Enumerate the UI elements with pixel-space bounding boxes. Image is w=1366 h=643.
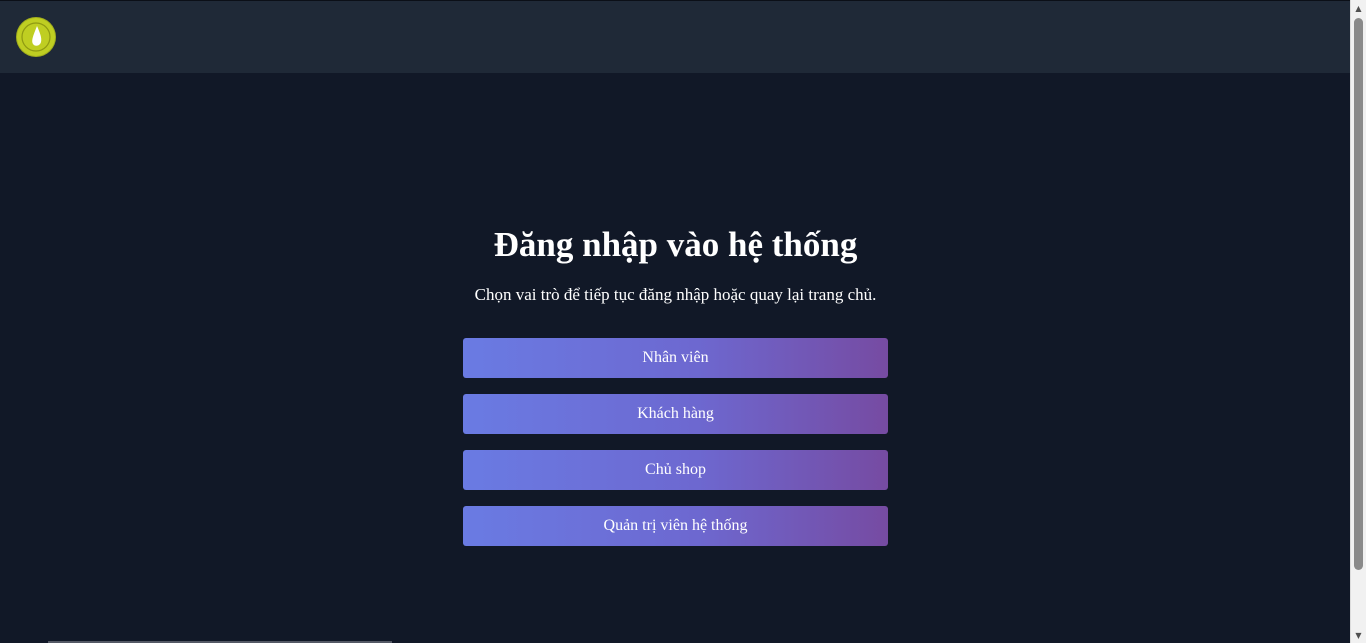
page: Đăng nhập vào hệ thống Chọn vai trò để t… — [0, 0, 1366, 643]
role-button-system-admin[interactable]: Quản trị viên hệ thống — [463, 506, 888, 546]
scroll-down-icon[interactable]: ▼ — [1351, 627, 1366, 643]
scroll-up-icon[interactable]: ▲ — [1351, 0, 1366, 16]
logo[interactable] — [16, 17, 56, 57]
role-button-employee[interactable]: Nhân viên — [463, 338, 888, 378]
role-button-shop-owner[interactable]: Chủ shop — [463, 450, 888, 490]
vertical-scrollbar[interactable]: ▲ ▼ — [1350, 0, 1366, 643]
page-subtitle: Chọn vai trò để tiếp tục đăng nhập hoặc … — [474, 285, 877, 304]
login-role-panel: Đăng nhập vào hệ thống Chọn vai trò để t… — [463, 222, 888, 546]
scroll-thumb[interactable] — [1354, 18, 1363, 570]
top-navbar — [0, 0, 1350, 73]
role-button-customer[interactable]: Khách hàng — [463, 394, 888, 434]
page-title: Đăng nhập vào hệ thống — [493, 225, 858, 264]
role-button-list: Nhân viên Khách hàng Chủ shop Quản trị v… — [463, 338, 888, 546]
water-drop-icon — [21, 22, 51, 52]
